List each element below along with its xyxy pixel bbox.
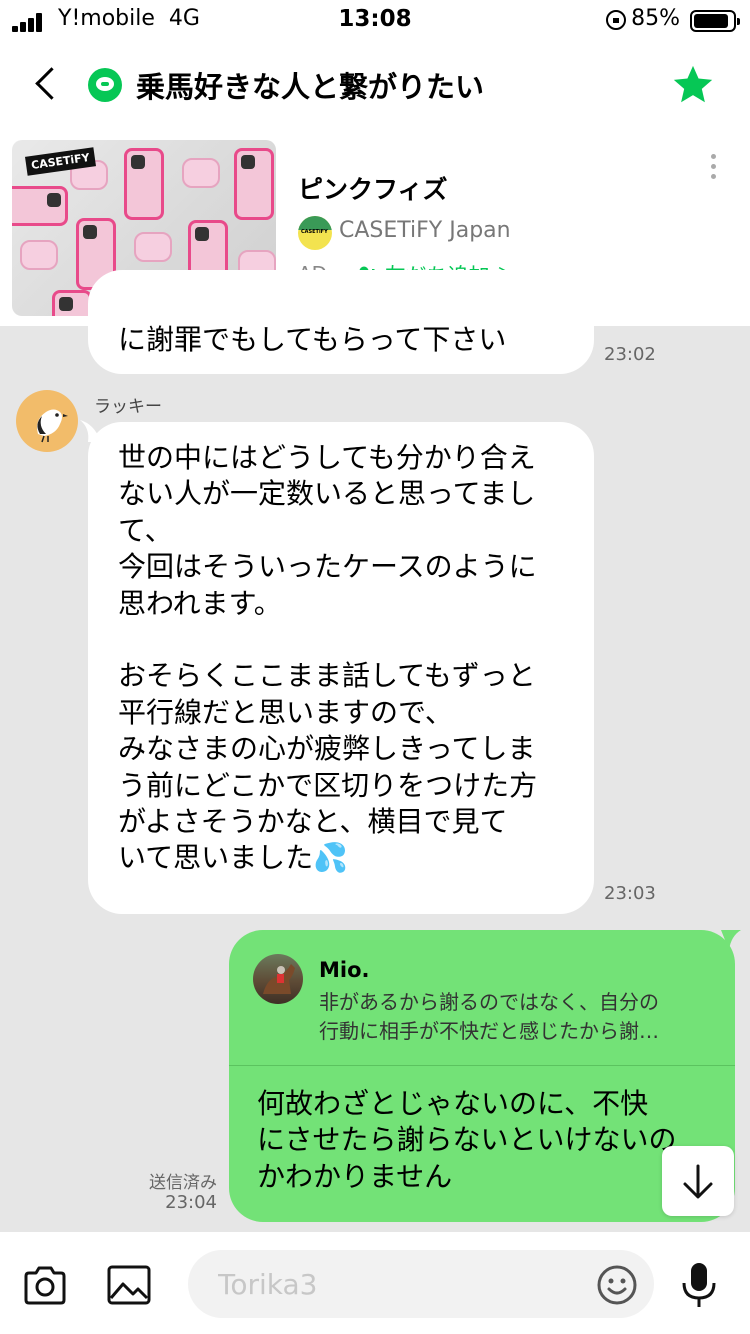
back-button[interactable]: [28, 62, 68, 106]
message-text: 世の中にはどうしても分かり合え ない人が一定数いると思ってまし て、 今回はそう…: [118, 441, 538, 875]
battery-percent: 85%: [631, 6, 680, 31]
avatar[interactable]: [16, 390, 78, 452]
more-menu-icon[interactable]: [704, 152, 724, 182]
sponsor-logo: [298, 216, 332, 250]
message-time: 23:02: [604, 344, 656, 365]
status-bar: Y!mobile 4G 13:08 85%: [0, 0, 750, 42]
orientation-lock-icon: [606, 10, 626, 30]
chat-header: 乗馬好きな人と繋がりたい: [0, 42, 750, 128]
read-status: 送信済み: [149, 1173, 217, 1193]
reply-quote[interactable]: Mio. 非があるから謝るのではなく、自分の 行動に相手が不快だと感じたから謝…: [229, 930, 735, 1066]
message-text: に謝罪でもしてもらって下さい: [118, 323, 507, 356]
horse-icon: [263, 964, 295, 994]
message-time: 23:04: [165, 1192, 217, 1213]
image-icon[interactable]: [106, 1262, 152, 1308]
camera-icon[interactable]: [22, 1262, 68, 1308]
bird-icon: [37, 409, 68, 443]
battery-icon: [690, 10, 740, 32]
scroll-to-bottom-button[interactable]: [662, 1146, 734, 1216]
arrow-down-icon: [683, 1164, 713, 1199]
ad-sponsor: CASETiFY Japan: [339, 218, 511, 243]
reply-avatar: [253, 954, 303, 1004]
sender-name: ラッキー: [94, 397, 162, 417]
message-bubble[interactable]: に謝罪でもしてもらって下さい: [88, 270, 594, 374]
reply-snippet: 非があるから謝るのではなく、自分の 行動に相手が不快だと感じたから謝…: [319, 990, 659, 1043]
input-bar: [0, 1232, 750, 1334]
message-bubble[interactable]: 世の中にはどうしても分かり合え ない人が一定数いると思ってまし て、 今回はそう…: [88, 422, 594, 914]
sent-message-bubble[interactable]: Mio. 非があるから謝るのではなく、自分の 行動に相手が不快だと感じたから謝……: [229, 930, 741, 1222]
reply-author: Mio.: [319, 958, 370, 982]
message-input[interactable]: [188, 1250, 654, 1318]
chat-title: 乗馬好きな人と繋がりたい: [136, 70, 485, 104]
message-time: 23:03: [604, 883, 656, 904]
openchat-icon: [88, 68, 122, 102]
star-icon[interactable]: [670, 62, 716, 108]
emoji-icon[interactable]: [596, 1264, 638, 1306]
microphone-icon[interactable]: [676, 1260, 722, 1310]
ad-product-name: ピンクフィズ: [298, 175, 448, 204]
message-text: 何故わざとじゃないのに、不快 にさせたら謝らないといけないの かわかりません: [257, 1087, 677, 1193]
